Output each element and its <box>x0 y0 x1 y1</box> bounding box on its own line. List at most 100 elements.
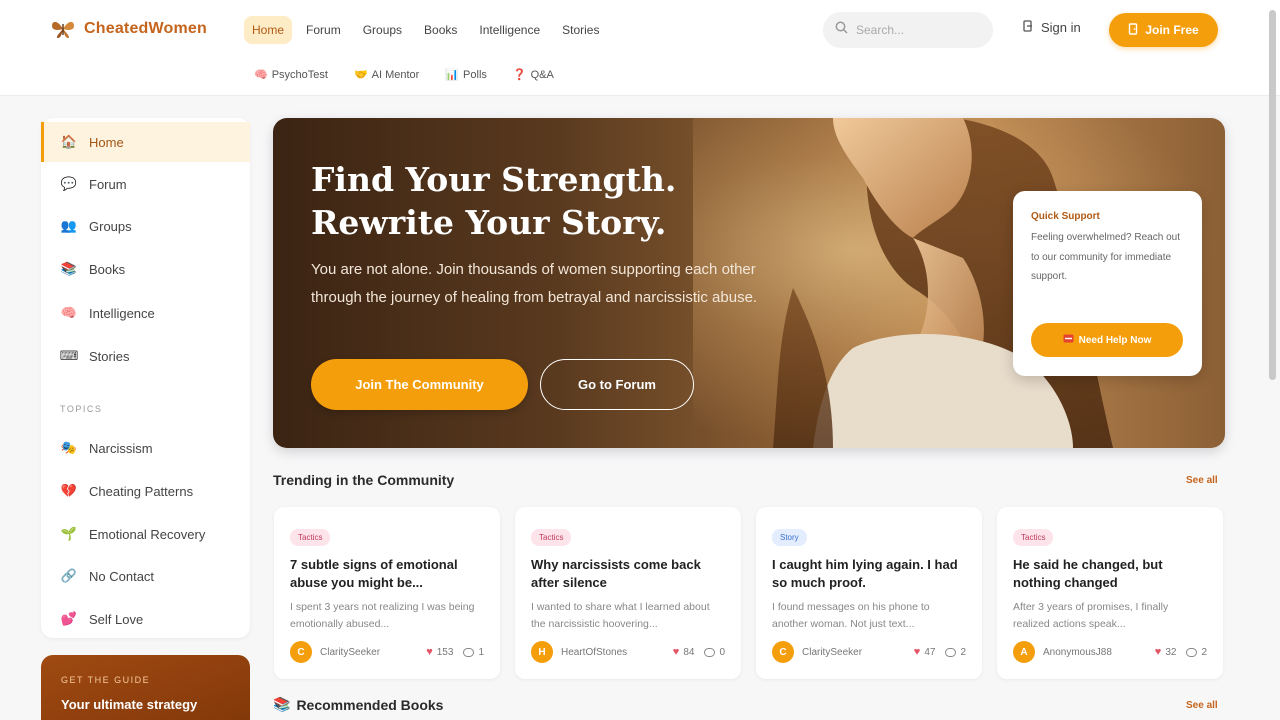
topics-heading: TOPICS <box>60 404 103 414</box>
avatar: C <box>290 641 312 663</box>
brain-icon: 🧠 <box>254 69 268 81</box>
top-navigation-bar: CheatedWomen Home Forum Groups Books Int… <box>0 0 1280 96</box>
card-title: Why narcissists come back after silence <box>531 557 701 590</box>
support-text: Feeling overwhelmed? Reach out to our co… <box>1031 232 1180 282</box>
heart-icon: ♥ <box>913 646 921 658</box>
like-value: 153 <box>436 646 454 658</box>
trending-card[interactable]: Story I caught him lying again. I had so… <box>756 507 982 679</box>
comment-value: 2 <box>960 646 966 658</box>
sidebar-item-intelligence[interactable]: 🧠 Intelligence <box>41 293 250 333</box>
page-scrollbar[interactable] <box>1269 10 1276 380</box>
people-icon: 👥 <box>60 218 78 233</box>
author-name: AnonymousJ88 <box>1043 646 1112 658</box>
hero-title: Find Your Strength. Rewrite Your Story. <box>311 158 676 244</box>
sidebar-item-groups[interactable]: 👥 Groups <box>41 206 250 246</box>
comment-icon <box>1186 647 1198 657</box>
sidebar-item-label: Cheating Patterns <box>89 483 194 499</box>
nav-home[interactable]: Home <box>244 16 293 44</box>
join-free-button[interactable]: Join Free <box>1109 13 1218 47</box>
door-icon <box>1128 22 1139 38</box>
hearts-icon: 💕 <box>60 611 78 626</box>
sidebar-item-label: Emotional Recovery <box>89 526 206 542</box>
comment-count[interactable]: 0 <box>704 647 725 658</box>
hero-title-line-1: Find Your Strength. <box>311 160 677 199</box>
sidebar-item-label: Stories <box>89 348 130 364</box>
brain-icon: 🧠 <box>60 305 78 320</box>
sidebar-item-emotional-recovery[interactable]: 🌱 Emotional Recovery <box>41 514 250 554</box>
need-help-button[interactable]: Need Help Now <box>1031 323 1183 357</box>
guide-promo-card[interactable]: GET THE GUIDE Your ultimate strategy <box>41 655 250 720</box>
brand-logo[interactable]: CheatedWomen <box>50 18 207 40</box>
nav-groups[interactable]: Groups <box>355 16 410 44</box>
category-tag: Story <box>772 529 807 546</box>
books-icon: 📚 <box>273 696 291 712</box>
books-icon: 📚 <box>60 261 78 276</box>
trending-card[interactable]: Tactics Why narcissists come back after … <box>515 507 741 679</box>
sidebar-item-label: Books <box>89 261 126 277</box>
like-count[interactable]: ♥ 84 <box>673 646 695 658</box>
sidebar-item-label: No Contact <box>89 568 155 584</box>
support-title: Quick Support <box>1031 211 1100 222</box>
link-icon: 🔗 <box>60 568 78 583</box>
subnav-label: Polls <box>463 68 487 81</box>
author-name: ClaritySeeker <box>320 646 381 658</box>
card-footer: A AnonymousJ88 ♥ 32 2 <box>1013 641 1207 663</box>
trending-card[interactable]: Tactics He said he changed, but nothing … <box>997 507 1223 679</box>
sidebar-item-label: Forum <box>89 176 127 192</box>
sidebar-item-label: Groups <box>89 218 132 234</box>
like-count[interactable]: ♥ 47 <box>914 646 936 658</box>
like-count[interactable]: ♥ 153 <box>426 646 453 658</box>
need-help-label: Need Help Now <box>1078 334 1152 346</box>
sidebar-item-narcissism[interactable]: 🎭 Narcissism <box>41 428 250 468</box>
sidebar-item-label: Self Love <box>89 611 144 627</box>
search-input[interactable] <box>856 23 976 37</box>
card-excerpt: I spent 3 years not realizing I was bein… <box>290 601 475 630</box>
nav-books[interactable]: Books <box>416 16 465 44</box>
trending-heading: Trending in the Community <box>273 472 455 488</box>
trending-see-all-link[interactable]: See all <box>1186 475 1218 486</box>
avatar: H <box>531 641 553 663</box>
hero-banner: Find Your Strength. Rewrite Your Story. … <box>273 118 1225 448</box>
subnav-ai-mentor[interactable]: 🤝 AI Mentor <box>354 68 419 82</box>
comment-count[interactable]: 1 <box>463 647 484 658</box>
subnav-psychotest[interactable]: 🧠 PsychoTest <box>254 68 328 82</box>
hero-description: You are not alone. Join thousands of wom… <box>311 261 758 306</box>
category-tag: Tactics <box>290 529 331 546</box>
like-count[interactable]: ♥ 32 <box>1155 646 1177 658</box>
hero-title-line-2: Rewrite Your Story. <box>311 203 667 242</box>
subnav-label: Q&A <box>530 68 554 81</box>
card-footer: C ClaritySeeker ♥ 47 2 <box>772 641 966 663</box>
nav-forum[interactable]: Forum <box>298 16 349 44</box>
nav-stories[interactable]: Stories <box>554 16 607 44</box>
sidebar-item-books[interactable]: 📚 Books <box>41 249 250 289</box>
speech-bubble-icon: 💬 <box>60 176 78 191</box>
subnav-polls[interactable]: 📊 Polls <box>445 68 487 82</box>
nav-intelligence[interactable]: Intelligence <box>471 16 548 44</box>
heart-icon: ♥ <box>426 646 433 658</box>
sidebar-item-label: Intelligence <box>89 305 155 321</box>
join-community-button[interactable]: Join The Community <box>311 359 528 410</box>
heart-icon: ♥ <box>1154 646 1162 658</box>
sidebar-item-stories[interactable]: ⌨ Stories <box>41 336 250 376</box>
sidebar-item-home[interactable]: 🏠 Home <box>41 122 250 162</box>
subnav-qa[interactable]: ❓ Q&A <box>513 68 554 82</box>
comment-value: 1 <box>478 646 484 658</box>
trending-card[interactable]: Tactics 7 subtle signs of emotional abus… <box>274 507 500 679</box>
books-see-all-link[interactable]: See all <box>1186 700 1218 711</box>
comment-count[interactable]: 2 <box>945 647 966 658</box>
sidebar-item-no-contact[interactable]: 🔗 No Contact <box>41 556 250 596</box>
guide-title: Your ultimate strategy <box>61 697 198 712</box>
card-excerpt: I wanted to share what I learned about t… <box>531 601 710 630</box>
search-box[interactable] <box>823 12 993 48</box>
main-nav: Home Forum Groups Books Intelligence Sto… <box>244 16 607 44</box>
comment-count[interactable]: 2 <box>1186 647 1207 658</box>
avatar: A <box>1013 641 1035 663</box>
sidebar-item-forum[interactable]: 💬 Forum <box>41 164 250 204</box>
secondary-nav: 🧠 PsychoTest 🤝 AI Mentor 📊 Polls ❓ Q&A <box>254 68 554 82</box>
sidebar-item-cheating-patterns[interactable]: 💔 Cheating Patterns <box>41 471 250 511</box>
signin-link[interactable]: Sign in <box>1022 20 1081 35</box>
card-excerpt: After 3 years of promises, I finally rea… <box>1013 601 1169 630</box>
sidebar-item-self-love[interactable]: 💕 Self Love <box>41 599 250 639</box>
butterfly-icon <box>50 18 76 40</box>
go-to-forum-button[interactable]: Go to Forum <box>540 359 694 410</box>
